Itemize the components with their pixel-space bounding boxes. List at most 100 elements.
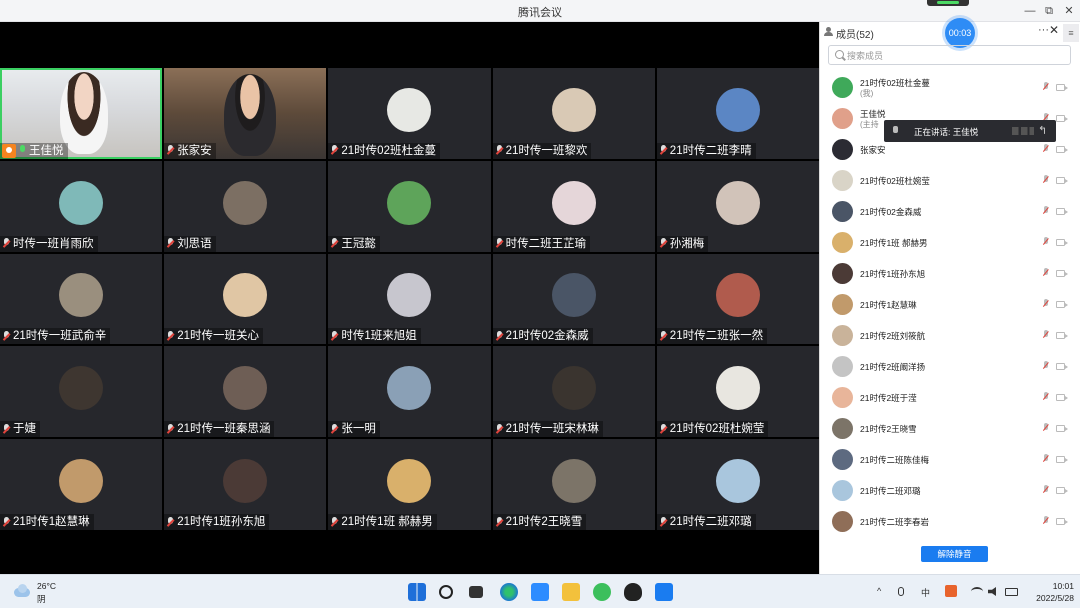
mic-muted-icon[interactable] [1042,516,1050,526]
camera-icon[interactable] [1056,487,1068,494]
participant-tile[interactable]: 21时传02班杜金蔓 [328,68,491,159]
member-row[interactable]: 21时传二班李春岩 [820,506,1080,534]
battery-icon[interactable] [1005,588,1018,596]
participant-tile[interactable]: 21时传1班 郝赫男 [328,439,491,530]
participant-tile[interactable]: 刘思语 [164,160,327,252]
participant-tile[interactable]: 21时传二班李晴 [656,68,819,159]
qq-icon[interactable] [624,583,642,601]
participant-tile[interactable]: 21时传1赵慧琳 [0,439,163,530]
participant-tile[interactable]: 21时传2王晓雪 [492,439,655,530]
camera-icon[interactable] [1056,84,1068,91]
participant-name: 21时传1班 郝赫男 [341,516,433,528]
participant-tile[interactable]: 王冠懿 [328,160,491,252]
participant-tile[interactable]: 张家安 [164,68,327,159]
microphone-tray-icon[interactable] [898,587,904,596]
participant-tile[interactable]: 时传一班肖雨欣 [0,160,163,252]
member-row[interactable]: 21时传二班陈佳梅 [820,444,1080,475]
member-row[interactable]: 21时传02金森威 [820,196,1080,227]
participant-tile[interactable]: 张一明 [328,346,491,438]
participant-tile[interactable]: 21时传1班孙东旭 [164,439,327,530]
participant-name: 王冠懿 [341,237,376,250]
input-language-indicator[interactable]: 中 [921,586,930,599]
maximize-button[interactable]: ⧉ [1038,1,1060,21]
mic-muted-icon [659,330,668,342]
wechat-icon[interactable] [593,583,611,601]
mic-muted-icon[interactable] [1042,268,1050,278]
system-clock[interactable]: 10:01 2022/5/28 [1024,580,1074,604]
sogou-input-icon[interactable] [945,585,957,597]
mic-muted-icon[interactable] [1042,330,1050,340]
participant-tile[interactable]: 21时传02班杜婉莹 [656,346,819,438]
mic-muted-icon[interactable] [1042,237,1050,247]
member-row[interactable]: 21时传02班杜金蔓 (我) [820,72,1080,103]
member-row[interactable]: 21时传2班刘筱航 [820,320,1080,351]
file-explorer-icon[interactable] [562,583,580,601]
camera-icon[interactable] [1056,146,1068,153]
camera-icon[interactable] [1056,363,1068,370]
participant-tile[interactable]: 21时传一班武俞辛 [0,253,163,345]
collapse-arrow-icon[interactable]: ↰ [1038,124,1047,137]
member-name: 21时传1班孙东旭 [860,269,926,279]
mic-muted-icon[interactable] [1042,144,1050,154]
close-button[interactable]: ✕ [1058,1,1080,21]
member-row[interactable]: 21时传1赵慧琳 [820,289,1080,320]
search-input[interactable] [847,48,1067,63]
volume-icon[interactable] [988,587,996,596]
mic-muted-icon[interactable] [1042,485,1050,495]
participant-tile[interactable]: 于婕 [0,346,163,438]
start-windows-icon[interactable] [408,583,426,601]
mic-muted-icon[interactable] [1042,175,1050,185]
zoom-app-icon[interactable] [531,583,549,601]
camera-icon[interactable] [1056,456,1068,463]
participant-tile[interactable]: 时传二班王芷瑜 [492,160,655,252]
panel-close-icon[interactable]: ✕ [1049,23,1059,37]
participant-tile[interactable]: 21时传一班秦思涵 [164,346,327,438]
participant-tile[interactable]: 孙湘梅 [656,160,819,252]
member-row[interactable]: 21时传1班孙东旭 [820,258,1080,289]
mic-muted-icon[interactable] [1042,206,1050,216]
camera-icon[interactable] [1056,115,1068,122]
wifi-icon[interactable] [971,587,983,596]
mic-muted-icon[interactable] [1042,392,1050,402]
mic-muted-icon[interactable] [1042,82,1050,92]
weather-cloud-icon[interactable] [14,584,32,598]
camera-icon[interactable] [1056,332,1068,339]
edge-browser-icon[interactable] [500,583,518,601]
camera-icon[interactable] [1056,425,1068,432]
participant-tile[interactable]: 21时传二班张一然 [656,253,819,345]
member-row[interactable]: 21时传02班杜婉莹 [820,165,1080,196]
participant-tile[interactable]: 21时传二班邓璐 [656,439,819,530]
participant-name: 于婕 [13,423,36,436]
camera-icon[interactable] [1056,239,1068,246]
camera-icon[interactable] [1056,270,1068,277]
camera-icon[interactable] [1056,301,1068,308]
more-options-icon[interactable]: ··· [1038,24,1049,36]
member-row[interactable]: 21时传1班 郝赫男 [820,227,1080,258]
participant-tile[interactable]: 21时传02金森威 [492,253,655,345]
panel-menu-button[interactable]: ≡ [1063,24,1079,42]
unmute-button[interactable]: 解除静音 [921,546,988,562]
mic-muted-icon[interactable] [1042,454,1050,464]
mic-muted-icon[interactable] [1042,299,1050,309]
participant-avatar [223,366,268,411]
tray-overflow-icon[interactable]: ^ [877,586,881,596]
camera-icon[interactable] [1056,208,1068,215]
camera-icon[interactable] [1056,177,1068,184]
member-row[interactable]: 21时传2班于滢 [820,382,1080,413]
participant-tile[interactable]: 21时传一班宋林琳 [492,346,655,438]
member-row[interactable]: 21时传2王晓雪 [820,413,1080,444]
speaker-mic-icon [892,126,899,136]
search-taskbar-icon[interactable] [439,585,453,599]
task-view-icon[interactable] [469,586,483,598]
mic-muted-icon[interactable] [1042,423,1050,433]
member-row[interactable]: 21时传2班阚洋扬 [820,351,1080,382]
participant-tile[interactable]: 王佳悦 [0,68,163,159]
participant-tile[interactable]: 21时传一班关心 [164,253,327,345]
camera-icon[interactable] [1056,394,1068,401]
camera-icon[interactable] [1056,518,1068,525]
participant-tile[interactable]: 时传1班来旭姐 [328,253,491,345]
member-row[interactable]: 21时传二班邓璐 [820,475,1080,506]
participant-tile[interactable]: 21时传一班黎欢 [492,68,655,159]
tencent-meeting-icon[interactable] [655,583,673,601]
mic-muted-icon[interactable] [1042,361,1050,371]
